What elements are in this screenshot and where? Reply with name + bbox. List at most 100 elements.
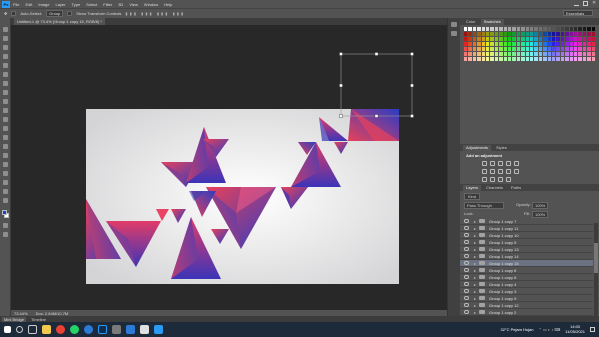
visibility-eye-icon[interactable] (464, 268, 469, 272)
color-swatch[interactable] (530, 52, 534, 56)
color-swatch[interactable] (477, 32, 481, 36)
color-swatch[interactable] (468, 32, 472, 36)
files-icon[interactable] (112, 325, 121, 334)
color-swatch[interactable] (464, 32, 468, 36)
color-swatch[interactable] (516, 27, 521, 31)
color-swatch[interactable] (556, 37, 560, 41)
show-transform-checkbox[interactable] (67, 11, 73, 16)
color-swatch[interactable] (477, 37, 481, 41)
eraser-icon[interactable] (3, 117, 8, 122)
color-swatch[interactable] (486, 42, 490, 46)
marquee-tool-icon[interactable] (3, 36, 8, 41)
color-swatch[interactable] (556, 47, 560, 51)
expand-arrow-icon[interactable]: ▸ (474, 296, 476, 301)
color-swatch[interactable] (486, 52, 490, 56)
color-swatch[interactable] (565, 32, 569, 36)
color-swatch[interactable] (591, 37, 595, 41)
color-balance-icon[interactable] (490, 169, 495, 174)
menu-edit[interactable]: Edit (25, 2, 32, 7)
color-swatch[interactable] (490, 27, 494, 31)
color-swatch[interactable] (543, 27, 547, 31)
search-icon[interactable] (16, 326, 23, 333)
color-swatch[interactable] (481, 57, 485, 61)
color-swatch[interactable] (543, 37, 547, 41)
screen-mode-icon[interactable] (3, 232, 8, 237)
color-swatch[interactable] (499, 52, 503, 56)
visibility-eye-icon[interactable] (464, 296, 469, 300)
task-view-icon[interactable] (28, 325, 37, 334)
zoom-tool-icon[interactable] (3, 198, 8, 203)
opacity-field[interactable]: 100% (532, 202, 549, 209)
history-icon[interactable] (451, 22, 457, 27)
color-swatch[interactable] (499, 27, 503, 31)
maximize-icon[interactable] (583, 1, 588, 6)
color-swatch[interactable] (574, 27, 578, 31)
color-swatch[interactable] (569, 52, 573, 56)
move-tool-icon[interactable]: ✥ (4, 11, 7, 16)
visibility-eye-icon[interactable] (464, 282, 469, 286)
color-swatch[interactable] (503, 47, 507, 51)
menu-type[interactable]: Type (72, 2, 81, 7)
color-swatch[interactable] (574, 57, 578, 61)
menu-layer[interactable]: Layer (55, 2, 65, 7)
color-swatch[interactable] (525, 37, 529, 41)
expand-arrow-icon[interactable]: ▸ (474, 275, 476, 280)
color-swatch[interactable] (574, 42, 578, 46)
color-swatch[interactable] (582, 52, 587, 56)
color-swatch[interactable] (587, 57, 591, 61)
whatsapp-icon[interactable] (70, 325, 79, 334)
color-swatch[interactable] (490, 57, 494, 61)
mail-icon[interactable] (140, 325, 149, 334)
color-swatch[interactable] (490, 52, 494, 56)
color-swatch[interactable] (556, 27, 560, 31)
color-swatch[interactable] (565, 27, 569, 31)
color-swatch[interactable] (525, 27, 529, 31)
color-swatch[interactable] (538, 37, 543, 41)
minimize-icon[interactable] (574, 1, 579, 6)
color-swatch[interactable] (560, 57, 565, 61)
quick-mask-icon[interactable] (3, 223, 8, 228)
color-swatch[interactable] (534, 57, 538, 61)
notification-icon[interactable] (590, 326, 595, 332)
layer-row[interactable]: ▸ Group 1 copy 10 (460, 232, 593, 239)
color-swatch[interactable] (591, 42, 595, 46)
color-swatch[interactable] (560, 52, 565, 56)
color-swatch[interactable] (543, 47, 547, 51)
visibility-eye-icon[interactable] (464, 219, 469, 223)
color-swatch[interactable] (494, 42, 499, 46)
layer-row[interactable]: ▸ Group 1 copy 7 (460, 218, 593, 225)
color-swatch[interactable] (582, 42, 587, 46)
expand-arrow-icon[interactable]: ▸ (474, 247, 476, 252)
black-white-icon[interactable] (498, 169, 503, 174)
tab-color[interactable]: Color (463, 19, 479, 25)
color-swatch[interactable] (552, 37, 556, 41)
color-swatch[interactable] (468, 27, 472, 31)
clock[interactable]: 14:00 11/05/2021 (565, 324, 585, 334)
color-swatch[interactable] (578, 37, 582, 41)
menu-3d[interactable]: 3D (118, 2, 123, 7)
color-swatch[interactable] (574, 52, 578, 56)
color-swatch[interactable] (503, 37, 507, 41)
color-swatch[interactable] (525, 47, 529, 51)
crop-tool-icon[interactable] (3, 63, 8, 68)
layer-row[interactable]: ▸ Group 1 copy 6 (460, 267, 593, 274)
color-swatch[interactable] (494, 47, 499, 51)
blur-tool-icon[interactable] (3, 135, 8, 140)
menu-window[interactable]: Window (144, 2, 158, 7)
color-swatch[interactable] (582, 47, 587, 51)
move-tool-icon[interactable] (3, 27, 8, 32)
expand-arrow-icon[interactable]: ▸ (474, 310, 476, 315)
color-swatch[interactable] (521, 52, 525, 56)
shape-tool-icon[interactable] (3, 180, 8, 185)
visibility-eye-icon[interactable] (464, 254, 469, 258)
color-swatch[interactable] (503, 27, 507, 31)
color-swatch[interactable] (499, 32, 503, 36)
brightness-icon[interactable] (482, 161, 487, 166)
clone-stamp-icon[interactable] (3, 99, 8, 104)
color-swatch[interactable] (472, 52, 477, 56)
color-swatch[interactable] (574, 37, 578, 41)
color-swatch[interactable] (530, 32, 534, 36)
color-swatch[interactable] (494, 52, 499, 56)
visibility-eye-icon[interactable] (464, 275, 469, 279)
color-swatch[interactable] (512, 37, 516, 41)
